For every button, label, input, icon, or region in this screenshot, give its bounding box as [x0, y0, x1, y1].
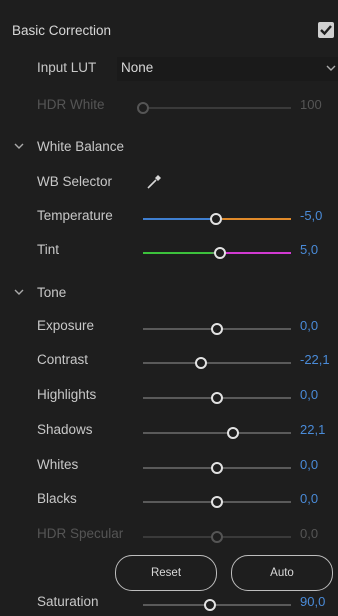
- auto-button[interactable]: Auto: [231, 555, 333, 591]
- shadows-slider-knob[interactable]: [227, 427, 240, 439]
- white-balance-label: White Balance: [37, 139, 125, 154]
- blacks-value[interactable]: 0,0: [300, 491, 318, 506]
- tone-section[interactable]: Tone: [0, 283, 338, 307]
- whites-value[interactable]: 0,0: [300, 457, 318, 472]
- input-lut-label: Input LUT: [37, 60, 97, 75]
- saturation-value[interactable]: 90,0: [300, 594, 325, 609]
- hdr-white-value: 100: [300, 97, 322, 112]
- shadows-track[interactable]: [143, 432, 291, 434]
- tint-value[interactable]: 5,0: [300, 242, 318, 257]
- tint-slider-knob[interactable]: [213, 247, 226, 259]
- whites-slider-knob[interactable]: [211, 462, 223, 474]
- hdr-white-track: [143, 107, 291, 109]
- blacks-slider-knob[interactable]: [211, 496, 223, 508]
- contrast-slider-knob[interactable]: [194, 357, 207, 369]
- exposure-row: Exposure 0,0: [0, 316, 338, 340]
- blacks-row: Blacks 0,0: [0, 489, 338, 513]
- highlights-value[interactable]: 0,0: [300, 387, 318, 402]
- highlights-label: Highlights: [37, 387, 97, 402]
- saturation-slider-knob[interactable]: [203, 599, 216, 611]
- basic-correction-panel: Basic Correction Input LUT None HDR Whit…: [0, 0, 338, 612]
- tone-label: Tone: [37, 285, 67, 300]
- contrast-label: Contrast: [37, 352, 89, 367]
- checkmark-icon: [320, 25, 332, 36]
- highlights-row: Highlights 0,0: [0, 385, 338, 409]
- chevron-down-icon: [326, 65, 336, 71]
- hdr-specular-value: 0,0: [300, 526, 319, 541]
- tint-label: Tint: [37, 242, 60, 257]
- temperature-row: Temperature -5,0: [0, 206, 338, 230]
- hdr-white-slider-knob: [137, 102, 149, 114]
- hdr-white-row: HDR White 100: [0, 95, 338, 119]
- shadows-row: Shadows 22,1: [0, 420, 338, 444]
- hdr-specular-label: HDR Specular: [37, 526, 124, 541]
- chevron-down-icon: [14, 289, 24, 295]
- shadows-value[interactable]: 22,1: [300, 422, 325, 437]
- enable-checkbox[interactable]: [318, 22, 334, 38]
- contrast-row: Contrast -22,1: [0, 350, 338, 374]
- panel-header: Basic Correction: [0, 16, 338, 46]
- exposure-slider-knob[interactable]: [211, 323, 223, 335]
- whites-row: Whites 0,0: [0, 455, 338, 479]
- temperature-label: Temperature: [37, 208, 113, 223]
- contrast-value[interactable]: -22,1: [300, 352, 330, 367]
- whites-label: Whites: [37, 457, 79, 472]
- saturation-row: Saturation 90,0: [0, 592, 338, 616]
- shadows-label: Shadows: [37, 422, 93, 437]
- saturation-label: Saturation: [37, 594, 99, 609]
- wb-selector-row: WB Selector: [0, 172, 338, 196]
- reset-button[interactable]: Reset: [115, 555, 217, 591]
- chevron-down-icon: [14, 143, 24, 149]
- white-balance-section[interactable]: White Balance: [0, 137, 338, 161]
- hdr-specular-slider-knob: [211, 531, 223, 543]
- wb-selector-label: WB Selector: [37, 174, 113, 189]
- temperature-value[interactable]: -5,0: [300, 208, 322, 223]
- input-lut-value: None: [121, 60, 154, 75]
- input-lut-dropdown[interactable]: None: [117, 57, 338, 81]
- panel-title: Basic Correction: [12, 23, 112, 38]
- temperature-slider-knob[interactable]: [209, 213, 222, 225]
- saturation-track[interactable]: [143, 604, 291, 606]
- input-lut-row: Input LUT None: [0, 57, 338, 81]
- hdr-specular-row: HDR Specular 0,0: [0, 524, 338, 548]
- hdr-white-label: HDR White: [37, 97, 105, 112]
- contrast-track[interactable]: [143, 362, 291, 364]
- highlights-slider-knob[interactable]: [211, 392, 223, 404]
- blacks-label: Blacks: [37, 491, 77, 506]
- eyedropper-icon[interactable]: [146, 172, 164, 190]
- exposure-label: Exposure: [37, 318, 95, 333]
- exposure-value[interactable]: 0,0: [300, 318, 318, 333]
- tint-row: Tint 5,0: [0, 240, 338, 264]
